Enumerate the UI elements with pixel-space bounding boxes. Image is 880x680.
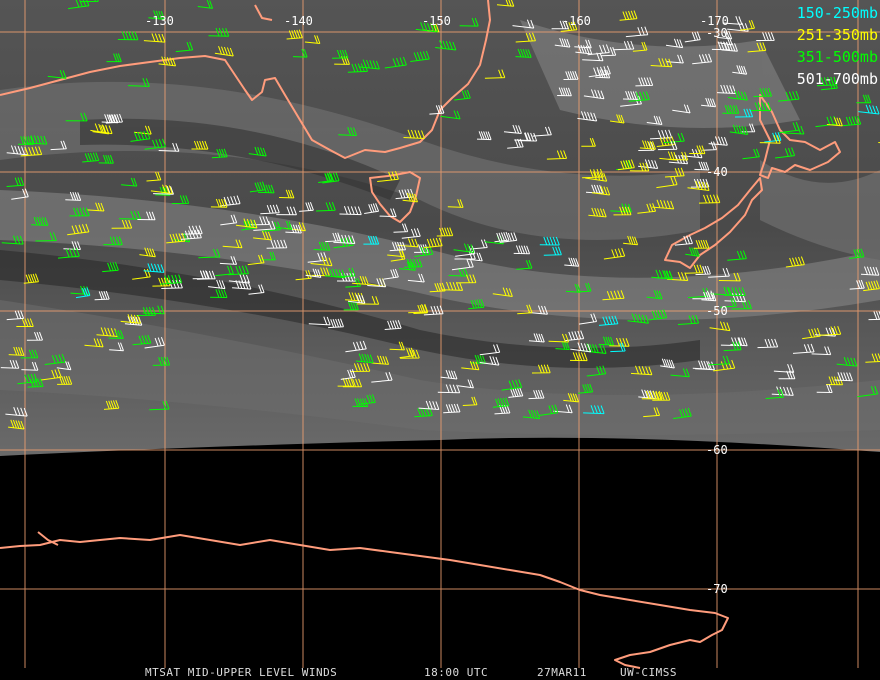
lon-label: -130	[145, 14, 174, 28]
lat-label: -70	[706, 582, 728, 596]
lon-label: -160	[562, 14, 591, 28]
lat-label: -50	[706, 304, 728, 318]
legend-item-251-350: 251-350mb	[796, 26, 878, 44]
legend-item-501-700: 501-700mb	[796, 70, 878, 88]
lon-label: -150	[422, 14, 451, 28]
legend-item-150-250: 150-250mb	[796, 4, 878, 22]
footer-product: MTSAT MID-UPPER LEVEL WINDS	[145, 666, 338, 679]
footer-date: 27MAR11	[537, 666, 587, 679]
lat-label: -30	[706, 26, 728, 40]
lat-label: -60	[706, 443, 728, 457]
legend-item-351-500: 351-500mb	[796, 48, 878, 66]
lat-label: -40	[706, 165, 728, 179]
lon-label: -140	[284, 14, 313, 28]
satellite-map	[0, 0, 880, 680]
footer-source: UW-CIMSS	[620, 666, 677, 679]
footer-time: 18:00 UTC	[424, 666, 489, 679]
